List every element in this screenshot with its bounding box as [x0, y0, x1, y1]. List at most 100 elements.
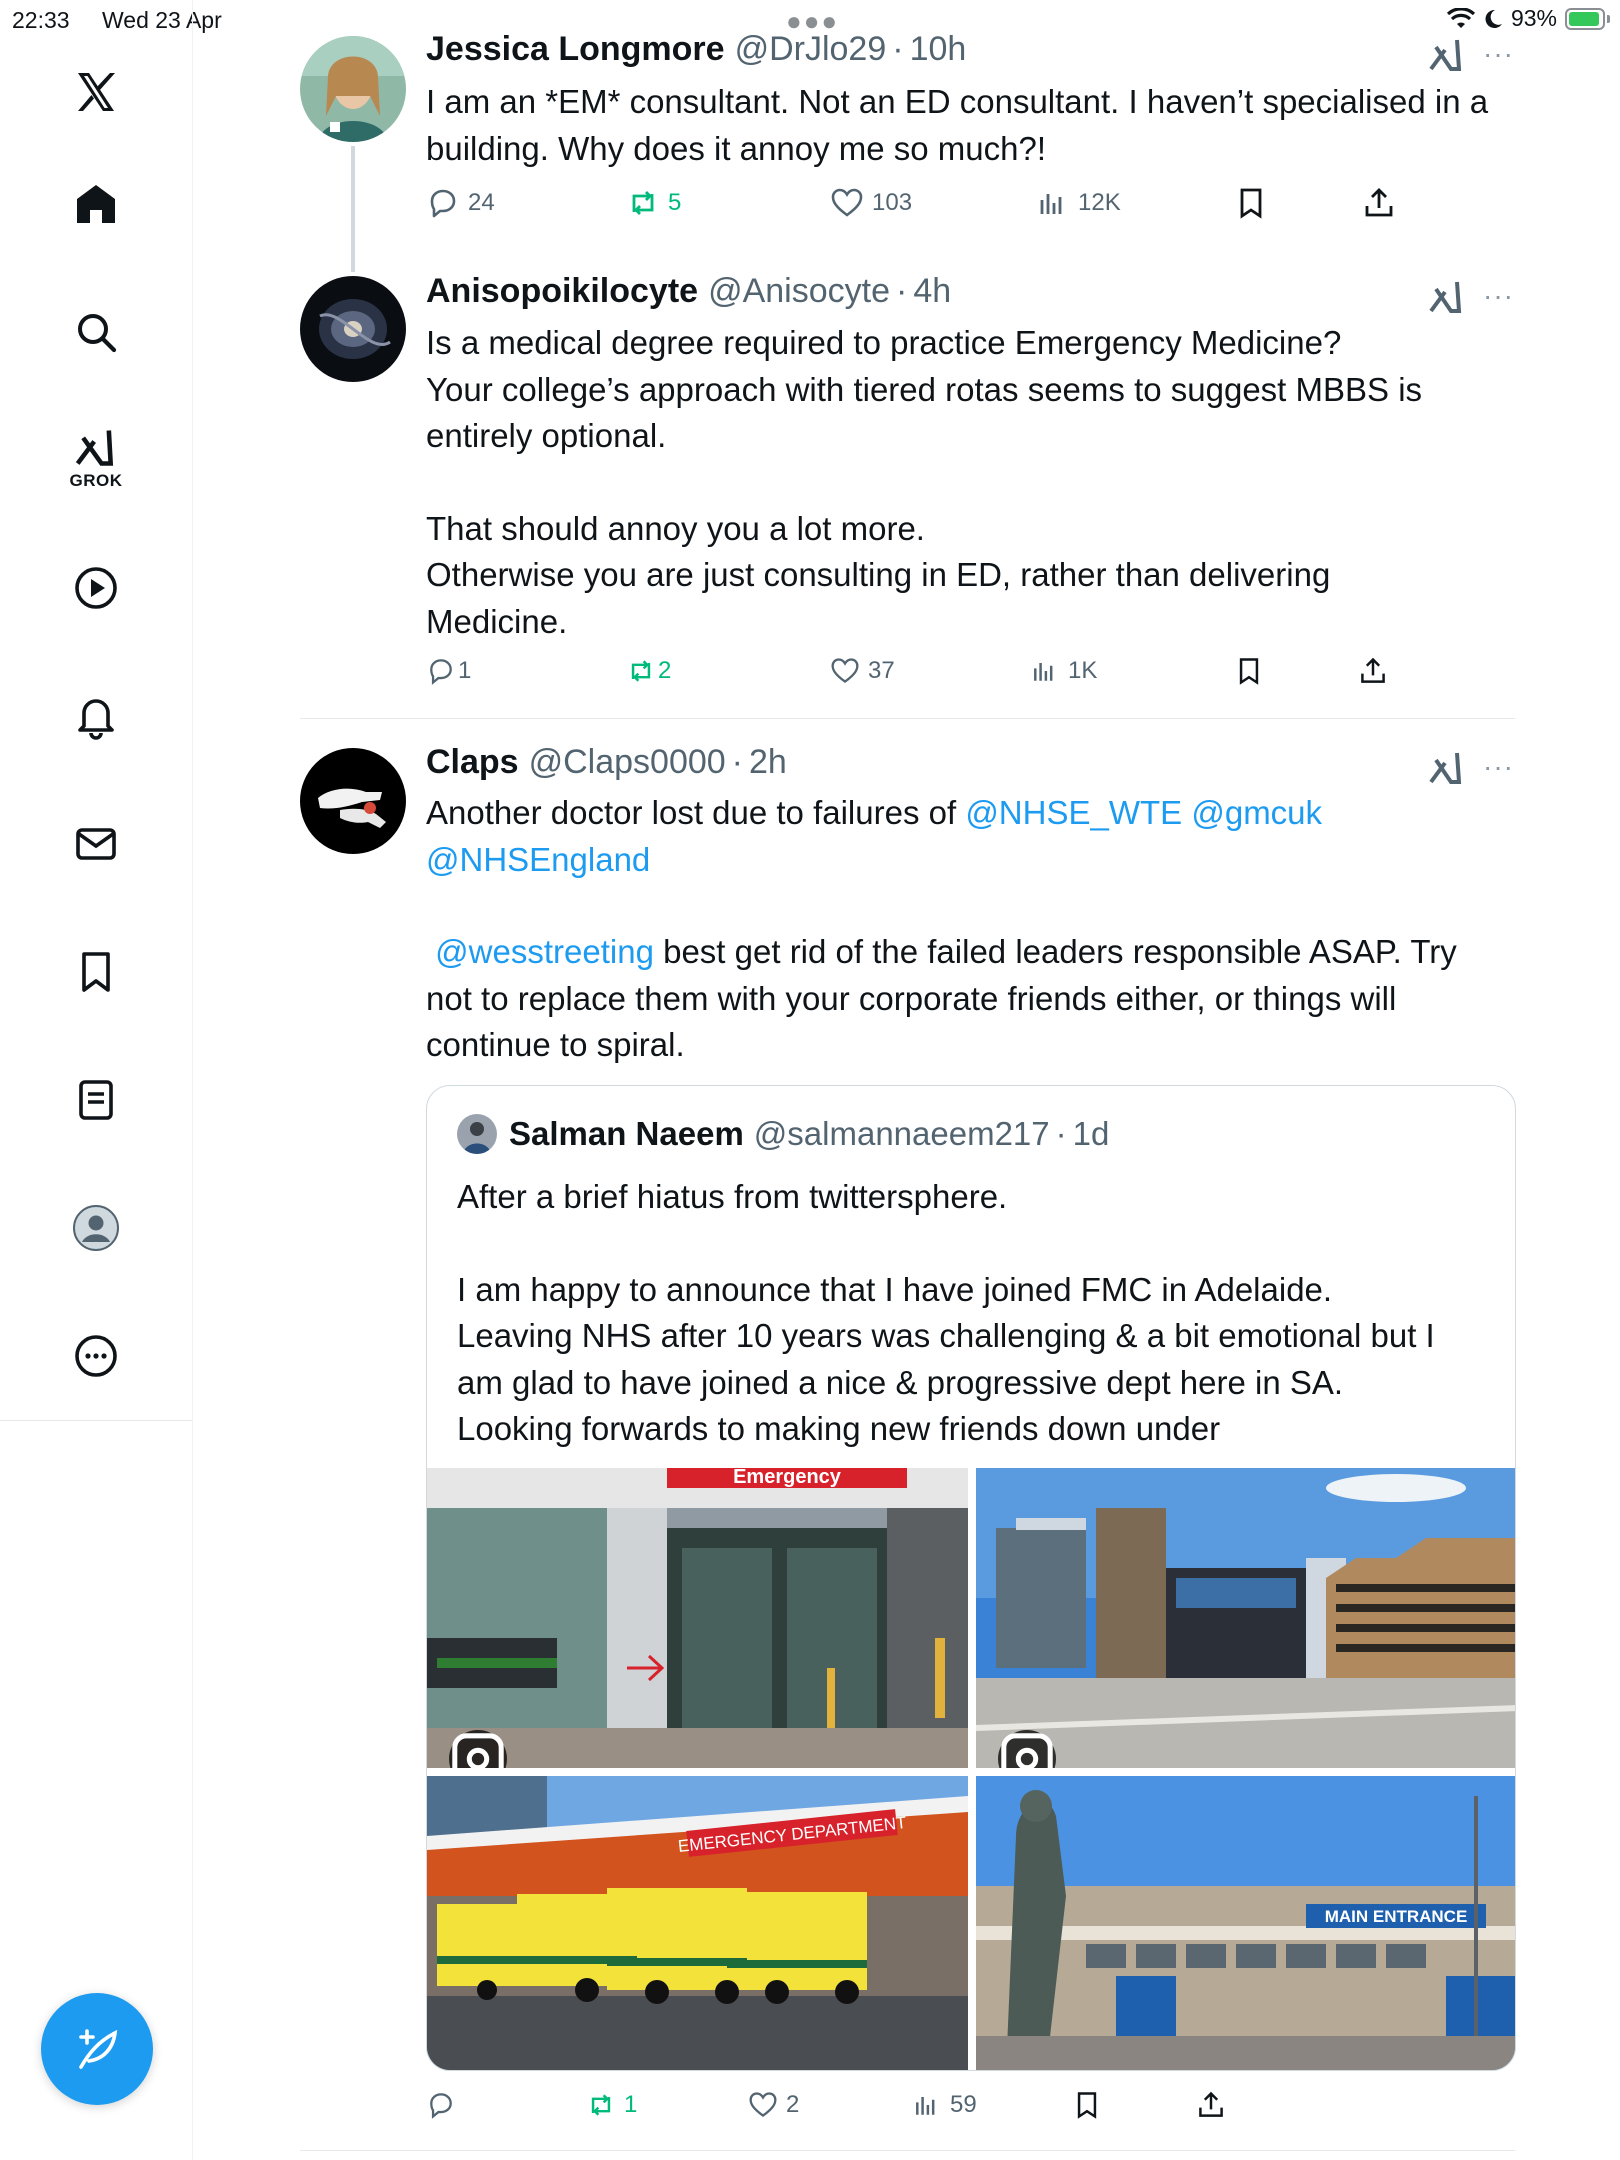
repost-button[interactable]: 1	[586, 2090, 637, 2120]
list-icon	[79, 1080, 113, 1120]
quoted-tweet[interactable]: Salman Naeem @salmannaeem217 · 1d After …	[426, 1085, 1516, 2071]
heart-icon	[831, 658, 859, 684]
mention-link[interactable]: @NHSEngland	[426, 841, 650, 878]
repost-button[interactable]: 5	[626, 186, 681, 220]
more-circle-icon	[75, 1335, 117, 1377]
photo-main-entrance[interactable]: MAIN ENTRANCE	[976, 1776, 1515, 2070]
repost-icon	[632, 191, 654, 215]
like-button[interactable]: 103	[830, 186, 912, 220]
battery-percent: 93%	[1510, 5, 1557, 31]
dot-separator: ·	[731, 743, 743, 781]
grok-explain-icon[interactable]	[1428, 749, 1464, 785]
sidebar-item-videos[interactable]	[48, 540, 144, 636]
post-time[interactable]: 4h	[913, 272, 951, 311]
quote-avatar	[457, 1114, 497, 1154]
photo-sign-emergency: Emergency	[733, 1468, 842, 1488]
more-options-icon[interactable]: ···	[1483, 40, 1514, 68]
mail-icon	[76, 828, 116, 860]
grok-explain-icon[interactable]	[1428, 278, 1464, 314]
more-options-icon[interactable]: ···	[1483, 753, 1514, 781]
tweet-text: Is a medical degree required to practice…	[426, 324, 1423, 640]
author-handle[interactable]: @Anisocyte	[708, 272, 890, 311]
wifi-icon	[1446, 7, 1475, 28]
repost-button[interactable]: 2	[626, 656, 671, 686]
author-handle[interactable]: @DrJlo29	[735, 30, 887, 69]
action-bar: 1 2 37 1K	[426, 656, 1516, 700]
moon-icon	[1485, 9, 1502, 28]
heart-icon	[749, 2092, 777, 2118]
share-icon	[1365, 188, 1393, 217]
sidebar-item-profile[interactable]	[48, 1180, 144, 1276]
author-handle[interactable]: @Claps0000	[529, 743, 726, 782]
image-search-icon[interactable]	[998, 1730, 1056, 1768]
sidebar-item-notifications[interactable]	[48, 668, 144, 764]
sidebar-item-grok[interactable]: GROK	[48, 410, 144, 506]
bookmark-icon	[1239, 658, 1259, 685]
tweet-text: Another doctor lost due to failures of @…	[426, 794, 1457, 1063]
reply-button[interactable]	[426, 2090, 464, 2120]
bookmark-button[interactable]	[1234, 186, 1268, 220]
tweet-separator	[300, 718, 1515, 719]
more-options-icon[interactable]: ···	[1483, 282, 1514, 310]
play-icon	[75, 567, 117, 609]
mention-link[interactable]: @gmcuk	[1191, 794, 1322, 831]
bookmark-button[interactable]	[1234, 656, 1264, 686]
mention-link[interactable]: @wesstreeting	[435, 933, 654, 970]
profile-avatar-icon	[73, 1205, 119, 1251]
home-icon	[77, 185, 115, 223]
author-name[interactable]: Anisopoikilocyte	[426, 272, 698, 311]
action-bar: 24 5 103 12K	[426, 186, 1516, 230]
analytics-icon	[916, 2097, 935, 2115]
sidebar-item-lists[interactable]	[48, 1052, 144, 1148]
image-search-icon[interactable]	[449, 1730, 507, 1768]
photo-ambulances[interactable]: EMERGENCY DEPARTMENT	[427, 1776, 968, 2070]
dot-separator: ·	[895, 272, 908, 310]
reply-icon	[430, 659, 452, 685]
sidebar-item-more[interactable]	[48, 1308, 144, 1404]
reply-button[interactable]: 24	[426, 186, 495, 220]
post-time[interactable]: 2h	[749, 743, 787, 782]
sidebar-divider	[0, 1420, 192, 1421]
sidebar: GROK	[0, 0, 193, 2160]
x-logo-icon[interactable]	[48, 44, 144, 140]
views-button[interactable]: 59	[912, 2090, 977, 2120]
reply-icon	[430, 189, 456, 218]
post-time[interactable]: 10h	[910, 30, 967, 69]
reply-icon	[430, 2093, 452, 2119]
photo-emergency-entrance[interactable]: Emergency	[427, 1468, 968, 1768]
battery-icon	[1565, 7, 1610, 30]
like-button[interactable]: 2	[748, 2090, 799, 2120]
share-icon	[1199, 2091, 1223, 2117]
sidebar-item-search[interactable]	[48, 284, 144, 380]
author-name[interactable]: Claps	[426, 743, 519, 782]
bookmark-button[interactable]	[1072, 2090, 1102, 2120]
sidebar-item-bookmarks[interactable]	[48, 924, 144, 1020]
share-button[interactable]	[1196, 2090, 1226, 2120]
avatar[interactable]	[300, 748, 406, 854]
grok-explain-icon[interactable]	[1428, 36, 1464, 72]
compose-post-button[interactable]	[41, 1993, 153, 2105]
dot-separator: ·	[892, 30, 904, 68]
heart-icon	[831, 188, 863, 217]
share-button[interactable]	[1362, 186, 1396, 220]
mention-link[interactable]: @NHSE_WTE	[965, 794, 1182, 831]
tweet-separator	[300, 2150, 1515, 2151]
bookmark-icon	[1077, 2092, 1097, 2119]
quote-author-name: Salman Naeem	[509, 1115, 744, 1152]
author-name[interactable]: Jessica Longmore	[426, 30, 725, 69]
quote-text: After a brief hiatus from twittersphere.…	[457, 1178, 1435, 1447]
sidebar-item-home[interactable]	[48, 156, 144, 252]
share-button[interactable]	[1358, 656, 1388, 686]
views-button[interactable]: 1K	[1030, 656, 1097, 686]
quote-author-handle: @salmannaeem217	[753, 1115, 1050, 1152]
views-button[interactable]: 12K	[1036, 186, 1121, 220]
bookmark-icon	[1240, 188, 1262, 219]
quote-time: 1d	[1072, 1115, 1110, 1152]
like-button[interactable]: 37	[830, 656, 895, 686]
avatar[interactable]	[300, 36, 406, 142]
avatar[interactable]	[300, 276, 406, 382]
sidebar-item-messages[interactable]	[48, 796, 144, 892]
reply-button[interactable]: 1	[426, 656, 471, 686]
photo-hospital-building[interactable]	[976, 1468, 1515, 1768]
photo-sign-main-entrance: MAIN ENTRANCE	[1325, 1907, 1468, 1926]
